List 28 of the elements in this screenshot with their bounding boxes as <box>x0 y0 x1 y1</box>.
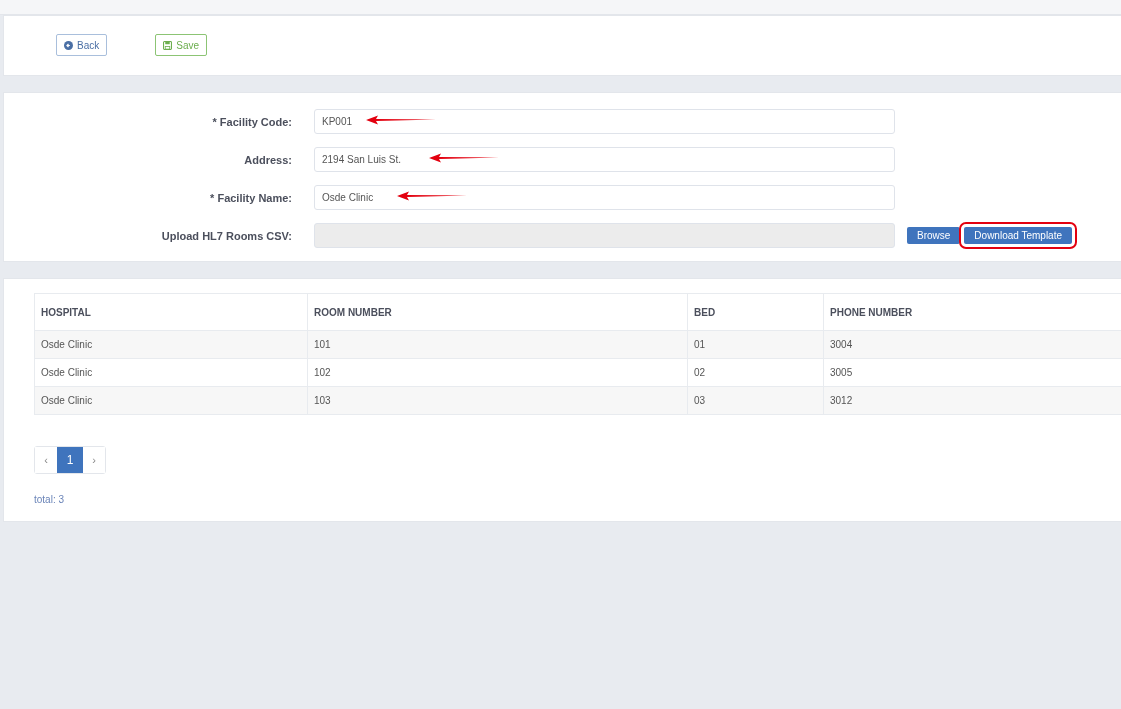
table-cell: 01 <box>688 331 824 359</box>
column-header: HOSPITAL <box>35 294 308 331</box>
browse-button[interactable]: Browse <box>907 227 961 244</box>
field-label: * Facility Name: <box>209 191 293 204</box>
table-cell: 101 <box>308 331 688 359</box>
table-cell: 102 <box>308 359 688 387</box>
column-header: ROOM NUMBER <box>308 294 688 331</box>
field-label: Address: <box>243 153 293 166</box>
field-label: * Facility Code: <box>211 115 293 128</box>
table-cell: 03 <box>688 387 824 415</box>
save-button[interactable]: Save <box>155 34 208 56</box>
table-cell: 02 <box>688 359 824 387</box>
table-cell: 103 <box>308 387 688 415</box>
table-cell: Osde Clinic <box>35 387 308 415</box>
file-input-field[interactable] <box>314 223 895 248</box>
field-label: Upload HL7 Rooms CSV: <box>160 229 293 242</box>
table-cell: 3012 <box>824 387 1121 415</box>
table-cell: Osde Clinic <box>35 359 308 387</box>
column-header: BED <box>688 294 824 331</box>
input-field[interactable]: KP001 <box>314 109 895 134</box>
input-field[interactable]: Osde Clinic <box>314 185 895 210</box>
input-field[interactable]: 2194 San Luis St. <box>314 147 895 172</box>
total-count: total: 3 <box>34 494 66 505</box>
page-button[interactable]: 1 <box>57 447 83 473</box>
back-arrow-icon <box>64 40 73 50</box>
back-button[interactable]: Back <box>56 34 108 56</box>
table-cell: Osde Clinic <box>35 331 308 359</box>
table-cell: 3004 <box>824 331 1121 359</box>
